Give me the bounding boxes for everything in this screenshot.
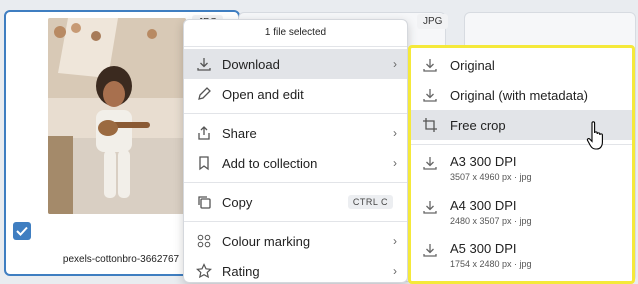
download-original-with-metadata[interactable]: Original (with metadata) [411, 80, 632, 110]
asset-filename: pexels-cottonbro-3662767 [62, 254, 180, 265]
menu-item-label: Open and edit [222, 86, 304, 102]
submenu-item-label: Original (with metadata) [450, 87, 588, 103]
submenu-item-label: A5 300 DPI [450, 241, 517, 256]
menu-item-label: Copy [222, 194, 253, 210]
download-a3-300dpi[interactable]: A3 300 DPI 3507 x 4960 px · jpg [411, 154, 632, 194]
menu-item-rating[interactable]: Rating › [184, 256, 407, 282]
selection-count: 1 file selected [184, 20, 407, 47]
menu-item-add-to-collection[interactable]: Add to collection › [184, 148, 407, 178]
menu-item-open-and-edit[interactable]: Open and edit [184, 79, 407, 109]
download-icon [194, 56, 214, 72]
star-icon [194, 263, 214, 279]
menu-divider [184, 182, 407, 183]
download-icon [420, 87, 440, 103]
copy-icon [194, 194, 214, 210]
chevron-right-icon: › [393, 264, 397, 278]
menu-item-label: Add to collection [222, 155, 318, 171]
download-original[interactable]: Original [411, 50, 632, 80]
download-icon [420, 199, 440, 215]
context-menu: 1 file selected Download › Open and edit… [183, 19, 408, 283]
pencil-icon [194, 86, 214, 102]
menu-item-copy[interactable]: Copy CTRL C [184, 187, 407, 217]
menu-item-download[interactable]: Download › [184, 49, 407, 79]
submenu-item-detail: 2480 x 3507 px · jpg [450, 216, 532, 226]
menu-item-label: Rating [222, 263, 260, 279]
crop-icon [420, 117, 440, 133]
menu-item-share[interactable]: Share › [184, 118, 407, 148]
photo-girl-guitar [48, 18, 186, 214]
share-icon [194, 125, 214, 141]
chevron-right-icon: › [393, 234, 397, 248]
download-a4-300dpi[interactable]: A4 300 DPI 2480 x 3507 px · jpg [411, 198, 632, 238]
menu-divider [184, 221, 407, 222]
submenu-item-detail: 1754 x 2480 px · jpg [450, 259, 532, 269]
chevron-right-icon: › [393, 57, 397, 71]
menu-item-label: Share [222, 125, 257, 141]
submenu-item-label: A3 300 DPI [450, 154, 517, 169]
bookmark-icon [194, 155, 214, 171]
hand-pointer-cursor-icon [586, 120, 608, 159]
download-icon [420, 155, 440, 171]
submenu-item-detail: 3507 x 4960 px · jpg [450, 172, 532, 182]
submenu-item-label: Free crop [450, 117, 506, 133]
download-a5-300dpi[interactable]: A5 300 DPI 1754 x 2480 px · jpg [411, 241, 632, 281]
chevron-right-icon: › [393, 156, 397, 170]
asset-thumbnail[interactable] [48, 18, 186, 214]
menu-divider [184, 113, 407, 114]
chevron-right-icon: › [393, 126, 397, 140]
file-type-badge: JPG [417, 14, 449, 29]
download-submenu: Original Original (with metadata) Free c… [408, 45, 635, 284]
menu-item-label: Download [222, 56, 280, 72]
select-checkbox[interactable] [13, 222, 31, 240]
keyboard-shortcut: CTRL C [347, 195, 393, 209]
submenu-item-label: A4 300 DPI [450, 198, 517, 213]
menu-item-colour-marking[interactable]: Colour marking › [184, 226, 407, 256]
download-icon [420, 57, 440, 73]
color-dots-icon [194, 233, 214, 249]
submenu-item-label: Original [450, 57, 495, 73]
download-icon [420, 242, 440, 258]
menu-item-label: Colour marking [222, 233, 311, 249]
